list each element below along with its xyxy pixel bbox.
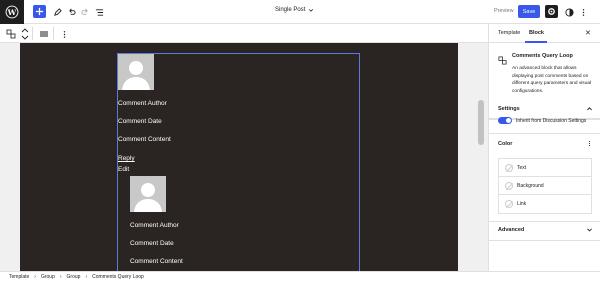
- comment-avatar: [118, 54, 154, 90]
- block-type-icon[interactable]: [37, 27, 51, 41]
- list-view-icon[interactable]: [92, 5, 106, 19]
- breadcrumb: Template › Group › Group › Comments Quer…: [0, 271, 600, 282]
- top-toolbar: W Single Post Preview Save: [0, 0, 600, 24]
- chevron-down-icon: [586, 226, 593, 235]
- comment-reply-link[interactable]: Reply: [118, 155, 135, 162]
- block-description: An advanced block that allows displaying…: [512, 66, 592, 94]
- advanced-panel-header[interactable]: Advanced: [489, 221, 600, 241]
- inherit-discussion-label: Inherit from Discussion Settings: [516, 118, 587, 124]
- breadcrumb-item[interactable]: Comments Query Loop: [92, 274, 144, 280]
- canvas-scrollbar[interactable]: [476, 43, 488, 271]
- chevron-right-icon: ›: [34, 274, 36, 280]
- more-options-icon[interactable]: [576, 5, 590, 19]
- block-options-icon[interactable]: [57, 27, 71, 41]
- comment-content[interactable]: Comment Content: [130, 258, 183, 265]
- color-link-option[interactable]: Link: [499, 195, 591, 213]
- chevron-up-icon: [586, 105, 593, 114]
- more-vertical-icon[interactable]: [586, 140, 593, 149]
- empty-swatch-icon: [505, 182, 513, 190]
- close-icon[interactable]: ✕: [585, 29, 591, 37]
- redo-icon[interactable]: [78, 5, 92, 19]
- editor-app: W Single Post Preview Save Comment Autho…: [0, 0, 600, 282]
- wordpress-logo-icon[interactable]: W: [0, 0, 24, 24]
- block-name: Comments Query Loop: [512, 53, 573, 59]
- comment-author[interactable]: Comment Author: [118, 100, 167, 107]
- color-background-option[interactable]: Background: [499, 177, 591, 195]
- document-title[interactable]: Single Post: [275, 7, 314, 13]
- move-arrows-icon[interactable]: [18, 27, 32, 41]
- save-button[interactable]: Save: [518, 5, 540, 18]
- empty-swatch-icon: [505, 164, 513, 172]
- pencil-icon[interactable]: [50, 5, 64, 19]
- svg-text:W: W: [7, 8, 17, 17]
- chevron-right-icon: ›: [59, 274, 62, 280]
- settings-sidebar: Template Block ✕ Comments Query Loop An …: [488, 24, 600, 271]
- breadcrumb-item[interactable]: Group: [67, 274, 81, 280]
- chevron-down-icon: [309, 9, 314, 12]
- editor-canvas-area: Comment Author Comment Date Comment Cont…: [0, 43, 488, 271]
- empty-swatch-icon: [505, 200, 513, 208]
- editor-canvas[interactable]: Comment Author Comment Date Comment Cont…: [20, 43, 458, 271]
- tab-block[interactable]: Block: [529, 30, 544, 36]
- undo-icon[interactable]: [64, 5, 78, 19]
- canvas-scroll-thumb[interactable]: [478, 100, 484, 145]
- color-link-label: Link: [517, 201, 527, 207]
- comment-author[interactable]: Comment Author: [130, 222, 179, 229]
- preview-button[interactable]: Preview: [494, 8, 514, 14]
- color-background-label: Background: [517, 183, 544, 189]
- comments-loop-icon: [498, 52, 507, 70]
- comment-avatar: [130, 176, 166, 212]
- color-panel-header[interactable]: Color: [489, 135, 600, 155]
- styles-icon[interactable]: [562, 5, 576, 19]
- breadcrumb-item[interactable]: Group: [41, 274, 55, 280]
- comment-edit-link[interactable]: Edit: [118, 166, 129, 173]
- color-panel-title: Color: [498, 141, 513, 147]
- breadcrumb-item[interactable]: Template: [9, 274, 29, 280]
- chevron-right-icon: ›: [85, 274, 88, 280]
- color-text-option[interactable]: Text: [499, 159, 591, 177]
- comment-date[interactable]: Comment Date: [130, 240, 174, 247]
- inherit-discussion-toggle[interactable]: [498, 117, 512, 124]
- comment-content[interactable]: Comment Content: [118, 136, 171, 143]
- block-toolbar: [0, 24, 488, 43]
- parent-block-icon[interactable]: [4, 27, 18, 41]
- tab-template[interactable]: Template: [498, 30, 520, 36]
- sidebar-tabs: Template Block ✕: [489, 24, 600, 43]
- settings-panel-title: Settings: [498, 106, 520, 112]
- comment-date[interactable]: Comment Date: [118, 118, 162, 125]
- add-block-button[interactable]: [33, 5, 46, 18]
- color-text-label: Text: [517, 165, 527, 171]
- color-options-list: Text Background Link: [498, 158, 592, 214]
- advanced-panel-title: Advanced: [498, 227, 525, 233]
- settings-gear-icon[interactable]: [545, 5, 558, 18]
- document-title-label: Single Post: [275, 7, 306, 13]
